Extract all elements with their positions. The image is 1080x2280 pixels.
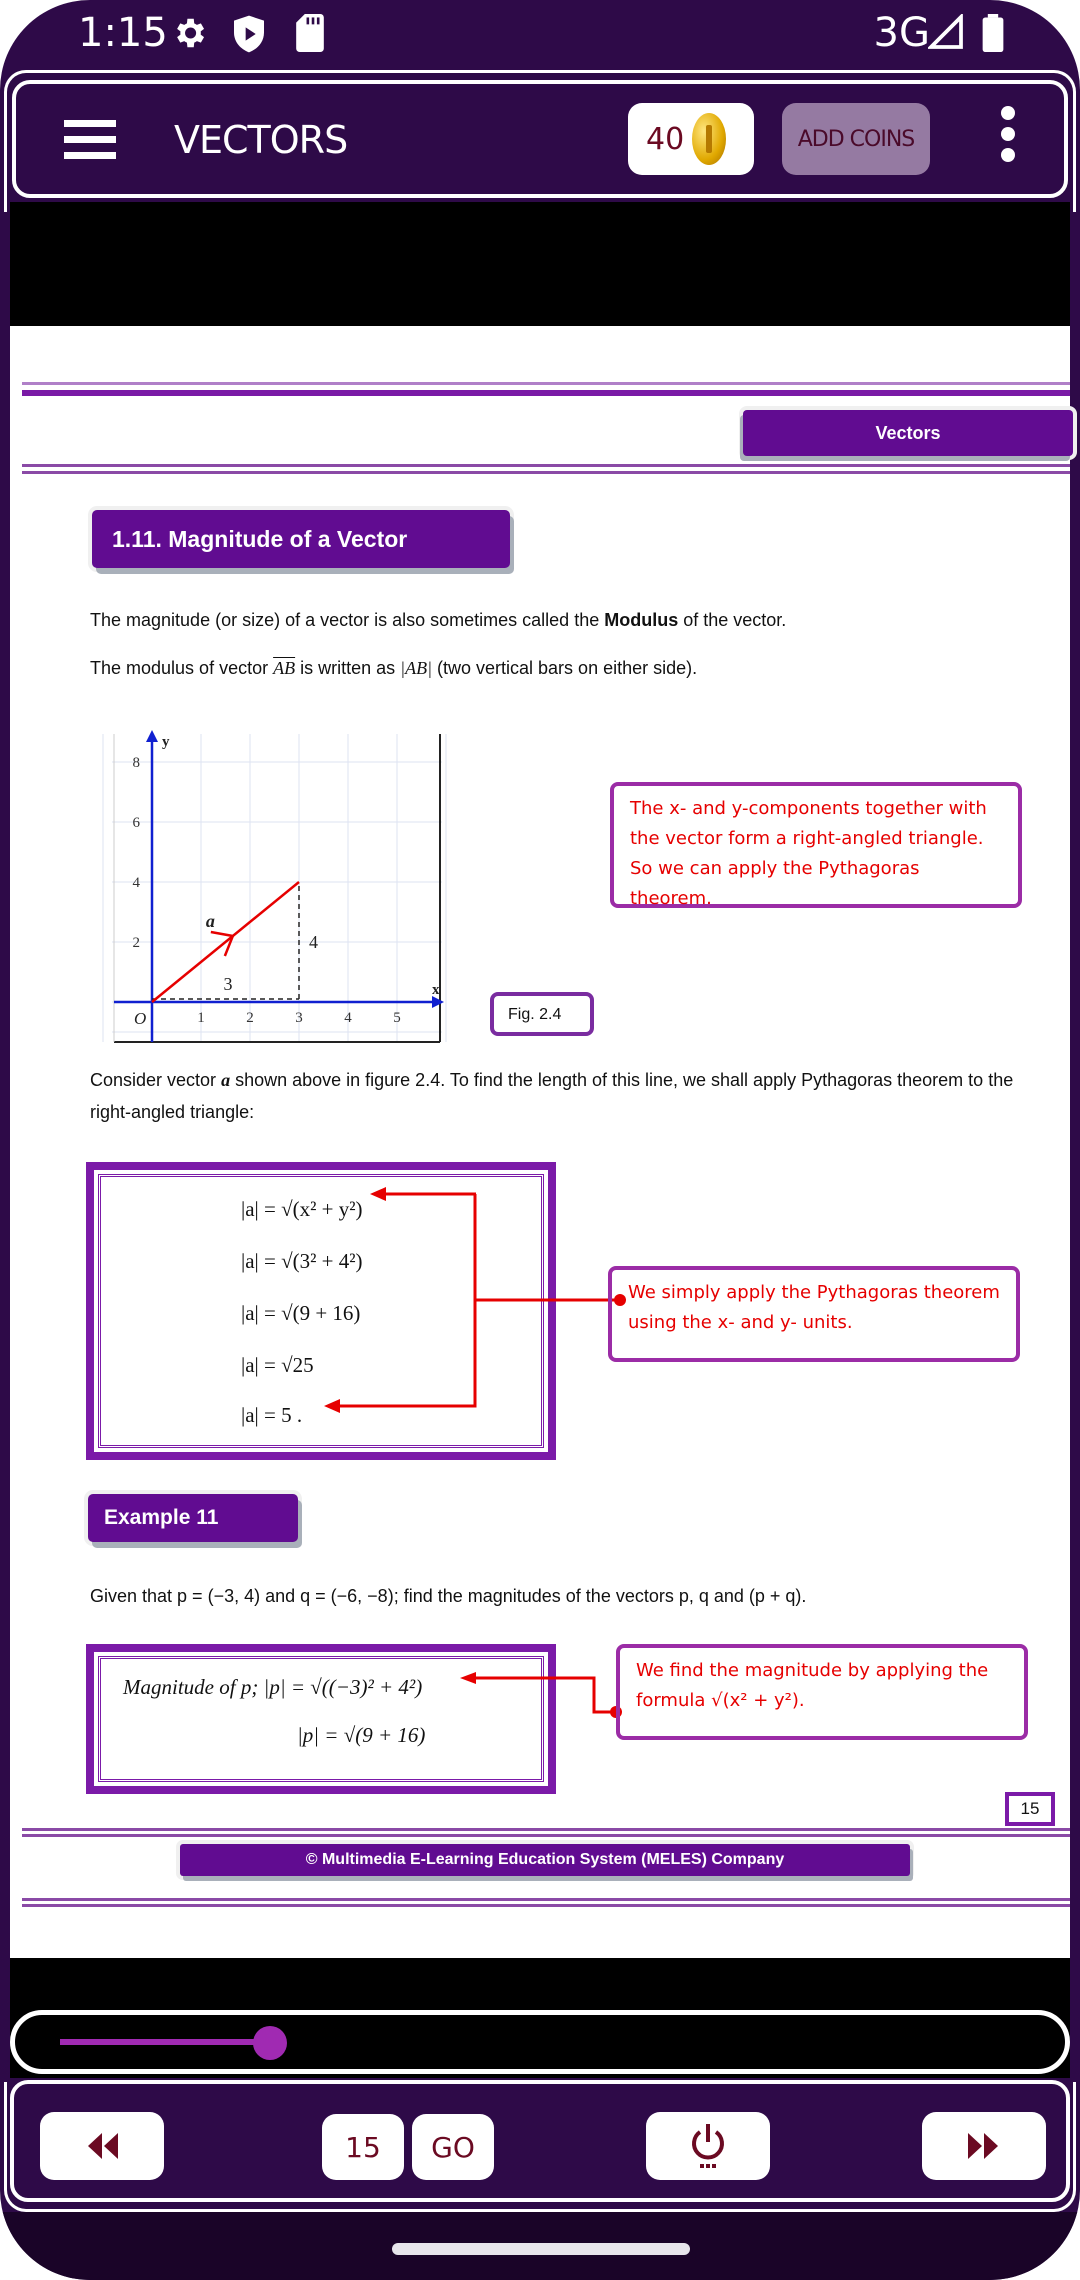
signal-icon bbox=[928, 14, 963, 49]
slider-track-filled bbox=[60, 2039, 271, 2045]
connector-arrow bbox=[460, 1672, 622, 1718]
chapter-tag: Vectors bbox=[743, 410, 1073, 456]
figure-label: Fig. 2.4 bbox=[490, 992, 594, 1036]
coin-icon bbox=[692, 113, 727, 165]
x-tick-label: 5 bbox=[393, 1010, 401, 1026]
divider bbox=[22, 464, 1070, 467]
x-tick-label: 4 bbox=[344, 1010, 352, 1026]
divider bbox=[22, 1898, 1070, 1901]
solution-row: |p| = √(9 + 16) bbox=[297, 1723, 426, 1747]
note-right-triangle: The x- and y-components together with th… bbox=[610, 782, 1022, 909]
coin-count: 40 bbox=[646, 121, 685, 157]
menu-button[interactable] bbox=[64, 120, 116, 160]
divider bbox=[22, 390, 1070, 396]
network-type: 3G bbox=[873, 10, 930, 56]
y-tick-label: 8 bbox=[133, 755, 141, 771]
rewind-icon bbox=[88, 2133, 118, 2159]
example-title: Example 11 bbox=[88, 1494, 298, 1542]
app-title: VECTORS bbox=[174, 118, 348, 162]
step-row: |a| = 5 . bbox=[241, 1403, 303, 1427]
paragraph-modulus: The magnitude (or size) of a vector is a… bbox=[90, 610, 787, 630]
note-pythagoras-units: We simply apply the Pythagoras theorem u… bbox=[608, 1266, 1020, 1362]
coin-balance: 40 bbox=[628, 103, 754, 175]
page-number-input[interactable]: 15 bbox=[322, 2114, 404, 2180]
y-axis-label: y bbox=[162, 734, 170, 750]
status-bar: 1:15 3G bbox=[0, 0, 1080, 70]
vector-label: a bbox=[206, 911, 215, 931]
add-coins-button[interactable]: ADD COINS bbox=[782, 103, 930, 175]
vector-graph: 1 2 3 4 52468Oyx34a bbox=[102, 730, 447, 1043]
power-button[interactable] bbox=[646, 2112, 770, 2180]
fast-forward-icon bbox=[968, 2133, 998, 2159]
go-button[interactable]: GO bbox=[412, 2114, 494, 2180]
copyright-banner: © Multimedia E-Learning Education System… bbox=[180, 1844, 910, 1876]
slider-thumb[interactable] bbox=[253, 2026, 288, 2060]
page-slider[interactable] bbox=[10, 2010, 1070, 2074]
abs-ab: |AB| bbox=[400, 658, 433, 678]
vertical-length-label: 4 bbox=[309, 932, 318, 952]
arrow-head bbox=[370, 1187, 386, 1201]
top-black-band bbox=[10, 202, 1070, 326]
x-tick-label: 2 bbox=[246, 1010, 254, 1026]
x-tick-label: 3 bbox=[295, 1010, 303, 1026]
arrow-head bbox=[324, 1399, 340, 1413]
next-page-button[interactable] bbox=[922, 2112, 1046, 2180]
power-icon bbox=[692, 2124, 724, 2168]
example-question: Given that p = (−3, 4) and q = (−6, −8);… bbox=[90, 1586, 807, 1606]
vector-ab: AB bbox=[273, 658, 296, 678]
divider bbox=[22, 1828, 1070, 1831]
y-tick-label: 6 bbox=[133, 815, 141, 831]
page-number: 15 bbox=[1005, 1792, 1055, 1826]
battery-icon bbox=[982, 14, 1004, 52]
paragraph-consider: Consider vector a shown above in figure … bbox=[90, 1070, 1014, 1122]
y-axis-arrow bbox=[146, 730, 158, 742]
book-page: Vectors 1.11. Magnitude of a Vector The … bbox=[10, 326, 1073, 1958]
note-formula: We find the magnitude by applying the fo… bbox=[616, 1644, 1028, 1740]
term-modulus: Modulus bbox=[604, 610, 679, 630]
x-tick-label: 1 bbox=[197, 1010, 205, 1026]
sd-card-icon bbox=[296, 14, 324, 52]
var-a: a bbox=[221, 1070, 231, 1090]
x-axis-label: x bbox=[432, 982, 440, 998]
section-title: 1.11. Magnitude of a Vector bbox=[92, 510, 510, 568]
hamburger-icon bbox=[64, 120, 116, 127]
horizontal-length-label: 3 bbox=[224, 974, 233, 994]
app-header: VECTORS 40 ADD COINS bbox=[12, 80, 1068, 198]
status-time: 1:15 bbox=[78, 10, 168, 56]
divider bbox=[22, 1834, 1070, 1837]
origin-label: O bbox=[134, 1009, 146, 1028]
overflow-menu-button[interactable] bbox=[998, 106, 1018, 172]
step-row: |a| = √25 bbox=[241, 1353, 314, 1377]
divider bbox=[22, 471, 1070, 474]
y-tick-label: 2 bbox=[133, 935, 141, 951]
home-indicator[interactable] bbox=[392, 2243, 690, 2255]
arrow-head bbox=[460, 1672, 476, 1684]
solution-row: Magnitude of p; |p| = √((−3)² + 4²) bbox=[123, 1675, 423, 1699]
divider bbox=[22, 382, 1070, 385]
more-vert-icon bbox=[1001, 106, 1015, 120]
previous-page-button[interactable] bbox=[40, 2112, 164, 2180]
gear-icon bbox=[177, 18, 205, 48]
divider bbox=[22, 1904, 1070, 1907]
y-tick-label: 4 bbox=[133, 875, 141, 891]
shield-play-icon bbox=[234, 15, 264, 53]
paragraph-notation: The modulus of vector AB is written as |… bbox=[90, 658, 698, 678]
bottom-nav: 15 GO bbox=[10, 2080, 1070, 2202]
connector-arrows bbox=[324, 1187, 626, 1413]
phone-screen: 1:15 3G VECTORS 40 ADD COINS Vectors 1.1… bbox=[0, 0, 1080, 2280]
